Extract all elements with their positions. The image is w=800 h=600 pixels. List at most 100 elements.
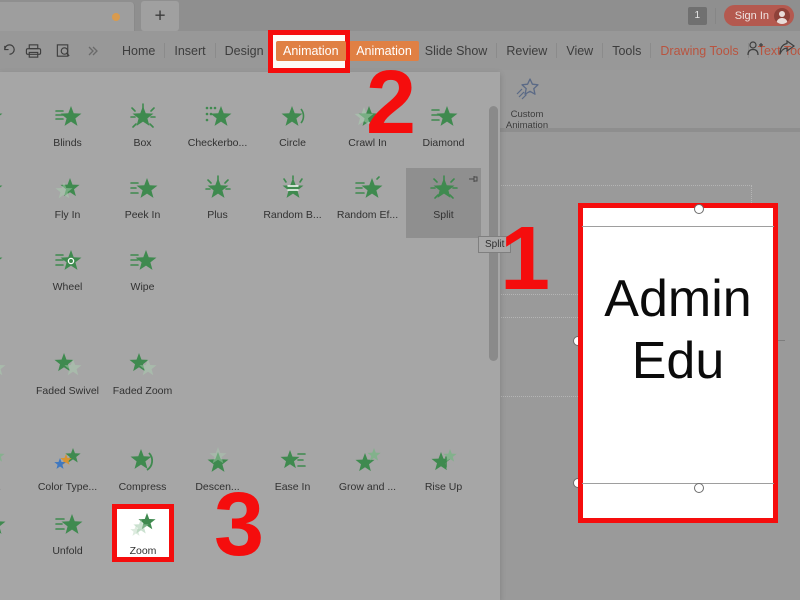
star-blinds-icon <box>51 102 85 134</box>
separator <box>602 43 604 58</box>
star-random-bars-icon <box>276 174 310 206</box>
effect-label: Random Ef... <box>336 209 399 221</box>
new-tab-button[interactable]: + <box>141 1 179 31</box>
effect-label: Random B... <box>263 209 322 221</box>
effect-cell-blinds[interactable]: Blinds <box>30 96 105 166</box>
tab-drawing-tools[interactable]: Drawing Tools <box>654 41 744 61</box>
effect-label: ev... <box>0 481 1 493</box>
effect-cell-random-b[interactable]: Random B... <box>255 168 330 238</box>
effect-cell-checkerbo[interactable]: Checkerbo... <box>180 96 255 166</box>
star-random-effects-icon <box>351 174 385 206</box>
effect-label: Unfold <box>52 545 83 557</box>
effect-cell-plus[interactable]: Plus <box>180 168 255 238</box>
effect-cell-box[interactable]: Box <box>105 96 180 166</box>
star-faded-swivel-icon <box>51 350 85 382</box>
document-tab-strip: + 1 Sign In <box>0 0 800 31</box>
effect-cell-unfold[interactable]: Unfold <box>30 504 105 574</box>
selected-title-text-box[interactable]: Admin Edu <box>578 203 778 523</box>
effect-label: Split <box>433 209 454 221</box>
effect-cell-ease-in[interactable]: Ease In <box>255 440 330 510</box>
star-wedge-icon <box>0 246 9 278</box>
custom-animation-button[interactable]: Custom Animation <box>496 72 558 131</box>
effect-cell-ar[interactable]: ar <box>0 96 29 166</box>
annotation-marker-3: 3 <box>214 475 265 575</box>
effect-label: Color Type... <box>37 481 98 493</box>
effect-cell-grow-and[interactable]: Grow and ... <box>330 440 405 510</box>
effect-label: Faded Zoom <box>112 385 173 397</box>
effect-cell-ev[interactable]: ev... <box>0 440 29 510</box>
share-icon[interactable] <box>778 39 796 62</box>
window-count-badge[interactable]: 1 <box>687 6 707 25</box>
pin-icon[interactable] <box>468 171 478 189</box>
effect-label: Checkerbo... <box>187 137 248 149</box>
tab-tools[interactable]: Tools <box>606 41 647 61</box>
effect-cell-unnamed[interactable] <box>0 344 29 414</box>
separator <box>714 7 716 24</box>
effect-cell-faded-swivel[interactable]: Faded Swivel <box>30 344 105 414</box>
gallery-scrollbar[interactable] <box>489 106 498 406</box>
star-color-typewriter-icon <box>51 446 85 478</box>
effect-cell-peek-in[interactable]: Peek In <box>105 168 180 238</box>
effect-cell-wipe[interactable]: Wipe <box>105 240 180 310</box>
application-window: + 1 Sign In Home Insert Design Animation… <box>0 0 800 600</box>
sign-in-button[interactable]: Sign In <box>723 5 794 26</box>
tab-review[interactable]: Review <box>500 41 553 61</box>
print-icon[interactable] <box>18 31 48 70</box>
effect-cell-color-type[interactable]: Color Type... <box>30 440 105 510</box>
tab-design[interactable]: Design <box>219 41 270 61</box>
effect-cell-fly-in[interactable]: Fly In <box>30 168 105 238</box>
user-avatar-icon <box>774 7 790 24</box>
star-rise-up-icon <box>427 446 461 478</box>
effect-cell-h[interactable]: h <box>0 504 29 574</box>
ribbon-right-cluster <box>746 31 796 70</box>
effect-cell-diamond[interactable]: Diamond <box>406 96 481 166</box>
separator <box>556 43 558 58</box>
effect-cell-compress[interactable]: Compress <box>105 440 180 510</box>
effect-cell-split[interactable]: Split <box>406 168 481 238</box>
separator <box>496 43 498 58</box>
print-preview-icon[interactable] <box>48 31 78 70</box>
effect-label: Circle <box>279 137 306 149</box>
tab-insert[interactable]: Insert <box>168 41 211 61</box>
gallery-row: Faded Swivel Faded Zoom <box>0 344 492 416</box>
tab-slide-show[interactable]: Slide Show <box>419 41 494 61</box>
star-checkerboard-icon <box>201 102 235 134</box>
bottom-middle-handle-overlay[interactable] <box>694 483 704 493</box>
effect-label: Box <box>133 137 152 149</box>
star-peek-in-icon <box>126 174 160 206</box>
scrollbar-thumb[interactable] <box>489 106 498 361</box>
separator <box>214 43 216 58</box>
effect-cell-nce[interactable]: nce <box>0 168 29 238</box>
add-collaborator-icon[interactable] <box>746 40 764 62</box>
star-wheel-icon <box>51 246 85 278</box>
effect-label: Blinds <box>53 137 82 149</box>
star-faded-icon <box>0 350 9 382</box>
effect-cell-rise-up[interactable]: Rise Up <box>406 440 481 510</box>
star-unfold-icon <box>51 510 85 542</box>
effect-label: Fly In <box>54 209 81 221</box>
slide-title-text: Admin Edu <box>604 270 752 390</box>
effect-cell-random-ef[interactable]: Random Ef... <box>330 168 405 238</box>
star-compress-icon <box>126 446 160 478</box>
undo-icon[interactable] <box>0 31 18 70</box>
separator <box>650 43 652 58</box>
effect-label: Faded Swivel <box>35 385 100 397</box>
effect-cell-zoom[interactable]: Zoom <box>112 504 174 562</box>
effect-cell-circle[interactable]: Circle <box>255 96 330 166</box>
document-tab[interactable] <box>0 2 135 31</box>
effect-cell-e[interactable]: e <box>0 240 29 310</box>
star-diamond-icon <box>427 102 461 134</box>
tab-home[interactable]: Home <box>116 41 161 61</box>
star-faded-zoom-icon <box>126 350 160 382</box>
top-middle-handle-overlay[interactable] <box>694 204 704 214</box>
effect-cell-wheel[interactable]: Wheel <box>30 240 105 310</box>
tab-view[interactable]: View <box>560 41 599 61</box>
separator <box>272 43 274 58</box>
gallery-row: e Wheel Wipe <box>0 240 492 312</box>
gallery-row: nce Fly In Peek In Plus Random B... Random Ef… <box>0 168 492 240</box>
effect-label: Zoom <box>129 545 157 557</box>
star-stretch-icon <box>0 510 9 542</box>
effect-cell-faded-zoom[interactable]: Faded Zoom <box>105 344 180 414</box>
star-box-icon <box>126 102 160 134</box>
more-commands-icon[interactable] <box>78 31 108 70</box>
